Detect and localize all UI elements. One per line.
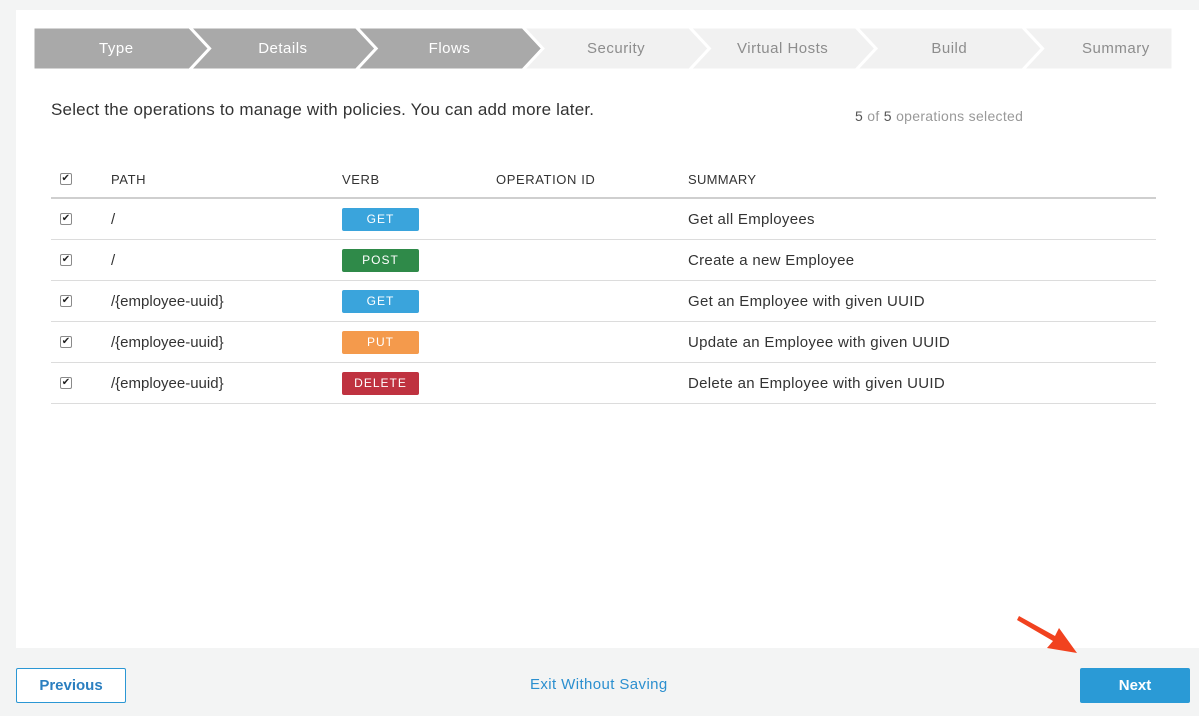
selection-suffix: operations selected	[896, 108, 1024, 124]
row-path: /{employee-uuid}	[111, 333, 224, 351]
row-checkbox[interactable]: ✔	[60, 213, 72, 225]
table-row: ✔ /{employee-uuid} DELETE Delete an Employe…	[51, 363, 1156, 404]
row-checkbox[interactable]: ✔	[60, 254, 72, 266]
exit-without-saving-link[interactable]: Exit Without Saving	[530, 676, 668, 693]
wizard-steps: Type Details Flows Security Virtual Hosts Bui…	[33, 27, 1173, 70]
row-path: /{employee-uuid}	[111, 292, 224, 310]
table-row: ✔ / POST Create a new Employee	[51, 240, 1156, 281]
row-path: /	[111, 210, 116, 228]
of-word: of	[867, 108, 880, 124]
intro-text: Select the operations to manage with pol…	[51, 100, 595, 119]
wizard-step-virtual-hosts[interactable]: Virtual Hosts	[718, 27, 848, 70]
table-row: ✔ /{employee-uuid} PUT Update an Employee w…	[51, 322, 1156, 363]
selection-count: 5 of 5 operations selected	[855, 108, 1023, 124]
wizard-step-security[interactable]: Security	[551, 27, 681, 70]
verb-badge: POST	[342, 248, 419, 272]
verb-badge: GET	[342, 289, 419, 313]
wizard-step-summary[interactable]: Summary	[1051, 27, 1181, 70]
select-all-checkbox[interactable]: ✔	[60, 173, 72, 185]
row-summary: Create a new Employee	[688, 251, 855, 269]
row-path: /	[111, 251, 116, 269]
wizard-card: Type Details Flows Security Virtual Hosts Bui…	[16, 10, 1199, 648]
header-path: PATH	[111, 171, 147, 187]
row-summary: Update an Employee with given UUID	[688, 333, 950, 351]
previous-button[interactable]: Previous	[16, 668, 126, 703]
verb-badge: DELETE	[342, 371, 419, 395]
header-operation-id: OPERATION ID	[496, 171, 596, 187]
wizard-step-type[interactable]: Type	[51, 27, 181, 70]
row-summary: Delete an Employee with given UUID	[688, 374, 945, 392]
row-path: /{employee-uuid}	[111, 374, 224, 392]
row-checkbox[interactable]: ✔	[60, 336, 72, 348]
wizard-step-build[interactable]: Build	[884, 27, 1014, 70]
row-summary: Get all Employees	[688, 210, 815, 228]
row-checkbox[interactable]: ✔	[60, 295, 72, 307]
pointer-arrow-icon	[1017, 616, 1077, 653]
operations-table: ✔ PATH VERB OPERATION ID SUMMARY ✔ / GET Ge…	[51, 161, 1156, 404]
wizard-step-details[interactable]: Details	[218, 27, 348, 70]
wizard-step-flows[interactable]: Flows	[385, 27, 515, 70]
total-count: 5	[883, 108, 892, 124]
header-verb: VERB	[342, 171, 380, 187]
verb-badge: GET	[342, 207, 419, 231]
next-button[interactable]: Next	[1080, 668, 1190, 703]
table-header: ✔ PATH VERB OPERATION ID SUMMARY	[51, 161, 1156, 199]
selected-count: 5	[855, 108, 864, 124]
table-row: ✔ / GET Get all Employees	[51, 199, 1156, 240]
table-row: ✔ /{employee-uuid} GET Get an Employee with…	[51, 281, 1156, 322]
verb-badge: PUT	[342, 330, 419, 354]
row-checkbox[interactable]: ✔	[60, 377, 72, 389]
row-summary: Get an Employee with given UUID	[688, 292, 925, 310]
header-summary: SUMMARY	[688, 171, 757, 187]
